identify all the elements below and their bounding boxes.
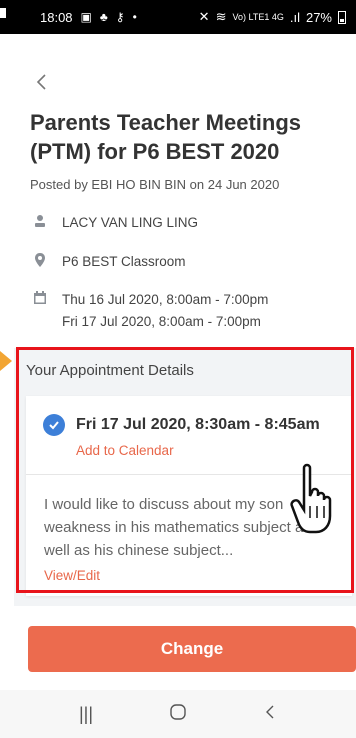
- location-row: P6 BEST Classroom: [32, 251, 186, 273]
- android-nav-bar: |||: [0, 690, 356, 738]
- teacher-name: LACY VAN LING LING: [62, 215, 199, 230]
- calendar-icon: [34, 291, 46, 304]
- home-icon[interactable]: [163, 703, 193, 726]
- battery-icon: [338, 10, 346, 24]
- dot-icon: •: [132, 10, 137, 24]
- app-icon: ♣: [99, 10, 108, 24]
- location-text: P6 BEST Classroom: [62, 254, 186, 269]
- pointer-arrow-icon: [0, 351, 12, 371]
- dates-row: Thu 16 Jul 2020, 8:00am - 7:00pm Fri 17 …: [32, 289, 268, 333]
- status-time: 18:08: [40, 9, 73, 25]
- status-left-marker: [0, 8, 6, 18]
- key-icon: ⚷: [115, 10, 125, 24]
- nav-back-icon[interactable]: [255, 703, 285, 726]
- posted-by: Posted by EBI HO BIN BIN on 24 Jun 2020: [30, 177, 280, 192]
- change-button[interactable]: Change: [28, 626, 356, 672]
- person-icon: [35, 215, 45, 227]
- pointing-hand-icon: [290, 463, 332, 534]
- date-line-1: Thu 16 Jul 2020, 8:00am - 7:00pm: [62, 292, 269, 307]
- mute-icon: ✕: [198, 9, 210, 24]
- recent-apps-icon[interactable]: |||: [71, 704, 101, 725]
- status-bar: 18:08 ▣ ♣ ⚷ • ✕ ≋ Vo) LTE1 4G .ıl 27%: [0, 0, 356, 34]
- signal-icon: .ıl: [289, 9, 300, 25]
- battery-percent: 27%: [305, 9, 332, 25]
- back-icon[interactable]: [30, 70, 54, 94]
- network-label: Vo) LTE1 4G: [232, 12, 284, 22]
- teacher-row: LACY VAN LING LING: [32, 212, 198, 234]
- page-title: Parents Teacher Meetings (PTM) for P6 BE…: [30, 110, 302, 164]
- gallery-icon: ▣: [80, 10, 92, 24]
- location-pin-icon: [35, 253, 45, 267]
- wifi-icon: ≋: [215, 9, 227, 24]
- date-line-2: Fri 17 Jul 2020, 8:00am - 7:00pm: [62, 314, 261, 329]
